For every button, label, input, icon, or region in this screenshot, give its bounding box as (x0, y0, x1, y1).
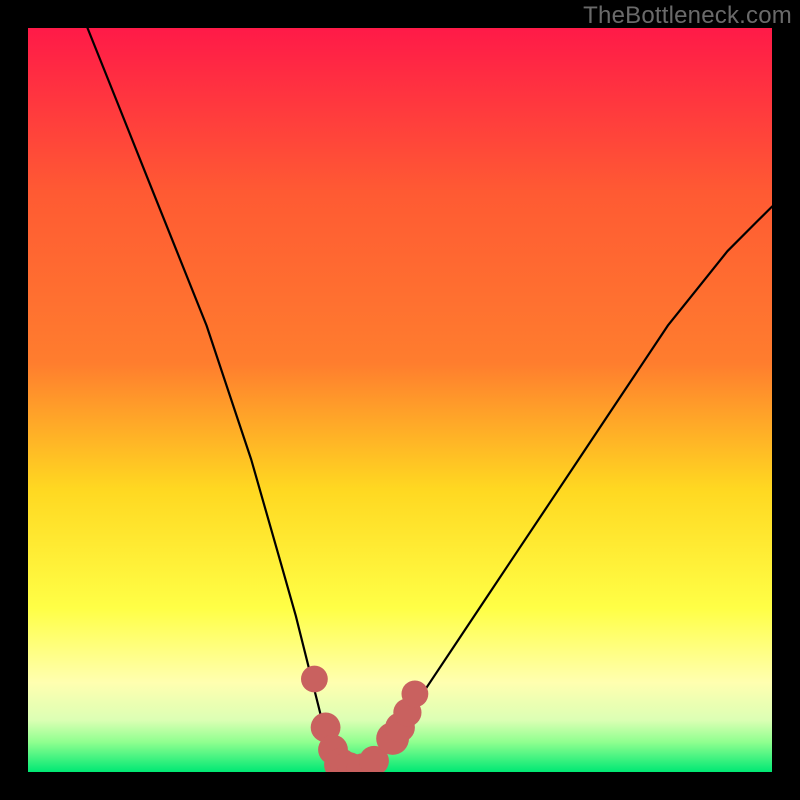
curve-marker (301, 666, 328, 693)
curve-marker (402, 681, 429, 708)
watermark-text: TheBottleneck.com (583, 2, 792, 30)
gradient-background (28, 28, 772, 772)
chart-svg (28, 28, 772, 772)
plot-area (28, 28, 772, 772)
chart-frame: TheBottleneck.com (0, 0, 800, 800)
